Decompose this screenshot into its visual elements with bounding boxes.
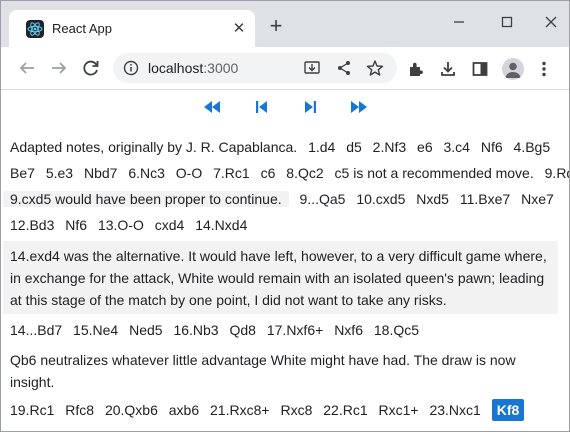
- extensions-icon[interactable]: [406, 59, 426, 79]
- move[interactable]: Nf6: [481, 139, 503, 155]
- move[interactable]: 5.e3: [46, 165, 73, 181]
- url-text: localhost:3000: [148, 60, 238, 76]
- move[interactable]: 14...Bd7: [10, 322, 62, 338]
- move[interactable]: 4.Bg5: [514, 139, 551, 155]
- move[interactable]: O-O: [176, 165, 202, 181]
- profile-avatar-icon[interactable]: [502, 58, 524, 80]
- move[interactable]: Nf6: [65, 217, 87, 233]
- move[interactable]: 2.Nf3: [373, 139, 406, 155]
- back-arrow-icon[interactable]: [16, 57, 38, 79]
- url-host: localhost: [148, 60, 204, 76]
- move[interactable]: 7.Rc1: [213, 165, 250, 181]
- move[interactable]: 17.Nxf6+: [267, 322, 323, 338]
- bookmark-star-icon[interactable]: [366, 59, 384, 77]
- notes-line: Be7 5.e3 Nbd7 6.Nc3 O-O 7.Rc1 c6 8.Qc2 c…: [10, 160, 569, 186]
- tab-close-icon[interactable]: ✕: [230, 20, 248, 38]
- restore-button[interactable]: [497, 12, 517, 32]
- move[interactable]: 20.Qxb6: [105, 402, 158, 418]
- move[interactable]: d5: [346, 139, 362, 155]
- move[interactable]: Rxc8: [280, 402, 312, 418]
- move[interactable]: 11.Bxe7: [460, 191, 510, 207]
- new-tab-button[interactable]: +: [265, 15, 287, 38]
- first-move-icon[interactable]: [202, 98, 222, 116]
- move[interactable]: 13.O-O: [98, 217, 144, 233]
- previous-move-icon[interactable]: [252, 98, 272, 116]
- move[interactable]: Rxc1+: [379, 402, 419, 418]
- active-move[interactable]: Kf8: [491, 399, 525, 421]
- note-comment: Qb6 neutralizes whatever little advantag…: [10, 352, 516, 390]
- move[interactable]: 22.Rc1: [323, 402, 367, 418]
- install-app-icon[interactable]: [303, 59, 321, 77]
- move[interactable]: 23.Nxc1: [429, 402, 480, 418]
- reload-icon[interactable]: [80, 57, 102, 79]
- move[interactable]: Nbd7: [84, 165, 117, 181]
- forward-arrow-icon[interactable]: [48, 57, 70, 79]
- notes-line: 19.Rc1 Rfc8 20.Qxb6 axb6 21.Rxc8+ Rxc8 2…: [10, 397, 558, 423]
- react-logo-icon: [26, 20, 44, 38]
- minimize-button[interactable]: [449, 12, 469, 32]
- move[interactable]: c6: [261, 165, 276, 181]
- url-port: :3000: [203, 60, 239, 76]
- game-notes: Adapted notes, originally by J. R. Capab…: [3, 134, 569, 423]
- browser-window: React App ✕ + localhost:3000 Adapted not…: [0, 0, 570, 432]
- move[interactable]: Nxf6: [334, 322, 363, 338]
- move[interactable]: cxd4: [155, 217, 185, 233]
- move[interactable]: 19.Rc1: [10, 402, 54, 418]
- notes-line: 9.cxd5 would have been proper to continu…: [3, 186, 558, 212]
- move[interactable]: 6.Nc3: [128, 165, 165, 181]
- navigation-controls: [1, 98, 569, 116]
- move[interactable]: 16.Nb3: [173, 322, 218, 338]
- note-comment-box: 9.cxd5 would have been proper to continu…: [3, 191, 289, 207]
- downloads-icon[interactable]: [438, 59, 458, 79]
- tab-react-app[interactable]: React App ✕: [9, 10, 255, 47]
- kebab-menu-icon[interactable]: [534, 59, 554, 79]
- move[interactable]: 9...Qa5: [300, 191, 346, 207]
- address-bar[interactable]: localhost:3000: [113, 53, 397, 83]
- move[interactable]: 12.Bd3: [10, 217, 54, 233]
- note-comment-box: 14.exd4 was the alternative. It would ha…: [3, 241, 558, 314]
- move[interactable]: 15.Ne4: [73, 322, 118, 338]
- move[interactable]: e6: [417, 139, 433, 155]
- note-comment: Adapted notes, originally by J. R. Capab…: [10, 139, 298, 155]
- notes-line: Adapted notes, originally by J. R. Capab…: [10, 134, 558, 160]
- move[interactable]: 9.Rd1: [545, 165, 569, 181]
- move[interactable]: 18.Qc5: [374, 322, 419, 338]
- notes-line: 14...Bd7 15.Ne4 Ned5 16.Nb3 Qd8 17.Nxf6+…: [10, 317, 558, 343]
- move[interactable]: Nxe7: [521, 191, 554, 207]
- last-move-icon[interactable]: [349, 98, 369, 116]
- side-panel-icon[interactable]: [470, 59, 490, 79]
- move[interactable]: Be7: [10, 165, 35, 181]
- browser-toolbar: localhost:3000: [1, 47, 569, 90]
- notes-line: 12.Bd3 Nf6 13.O-O cxd4 14.Nxd4: [10, 212, 558, 238]
- move[interactable]: Qd8: [230, 322, 256, 338]
- note-comment: c5 is not a recommended move.: [334, 165, 534, 181]
- move[interactable]: 3.c4: [444, 139, 470, 155]
- move[interactable]: 10.cxd5: [356, 191, 405, 207]
- tab-strip: React App ✕ +: [1, 1, 569, 47]
- move[interactable]: 8.Qc2: [286, 165, 323, 181]
- move[interactable]: 1.d4: [308, 139, 335, 155]
- tab-title: React App: [52, 21, 112, 36]
- page-content: Adapted notes, originally by J. R. Capab…: [1, 90, 569, 431]
- move[interactable]: Nxd5: [416, 191, 449, 207]
- close-window-button[interactable]: [541, 12, 561, 32]
- share-icon[interactable]: [335, 59, 353, 77]
- move[interactable]: Rfc8: [65, 402, 94, 418]
- move[interactable]: Ned5: [129, 322, 162, 338]
- move[interactable]: 14.Nxd4: [195, 217, 247, 233]
- move[interactable]: axb6: [169, 402, 199, 418]
- move[interactable]: 21.Rxc8+: [210, 402, 270, 418]
- next-move-icon[interactable]: [300, 98, 320, 116]
- site-info-icon[interactable]: [123, 60, 139, 76]
